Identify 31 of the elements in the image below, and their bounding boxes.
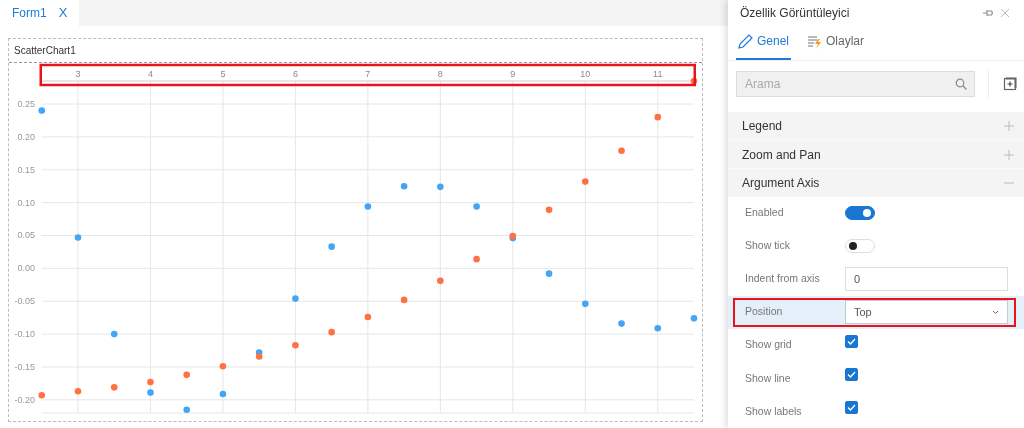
panel-title: Özellik Görüntüleyici <box>740 5 850 22</box>
axis-label: 0.05 <box>17 230 35 241</box>
property-label: Position <box>745 304 784 320</box>
axis-label: 0.00 <box>17 263 35 274</box>
chart-title: ScatterChart1 <box>14 44 76 58</box>
axis-label: 0.20 <box>17 131 35 142</box>
axis-label: 0.10 <box>17 197 35 208</box>
axis-label: 8 <box>437 69 443 79</box>
axis-label: 0.25 <box>17 99 35 109</box>
axis-label: 11 <box>653 69 663 79</box>
axis-label: 6 <box>292 69 298 79</box>
property-label: Indent from axis <box>745 271 821 287</box>
section-title: Argument Axis <box>742 175 820 192</box>
axis-label: 0.15 <box>17 164 35 175</box>
axis-label: 3 <box>75 69 81 79</box>
property-label: Show tick <box>745 238 791 254</box>
axis-label: 4 <box>147 69 153 79</box>
property-label: Show line <box>745 370 792 386</box>
property-label: Enabled <box>745 205 785 221</box>
axis-label: 9 <box>510 69 516 79</box>
axis-label: -0.20 <box>14 394 35 405</box>
axis-label: 5 <box>220 69 226 79</box>
property-label: Show grid <box>745 337 793 353</box>
axis-label: -0.10 <box>14 329 35 340</box>
axis-label: 7 <box>365 69 371 79</box>
property-label: Show labels <box>745 403 803 419</box>
axis-label: -0.15 <box>14 362 35 372</box>
axis-label: 10 <box>580 69 591 79</box>
axis-label: -0.05 <box>14 296 35 307</box>
section-title: Zoom and Pan <box>742 146 821 164</box>
section-title: Legend <box>742 118 783 136</box>
